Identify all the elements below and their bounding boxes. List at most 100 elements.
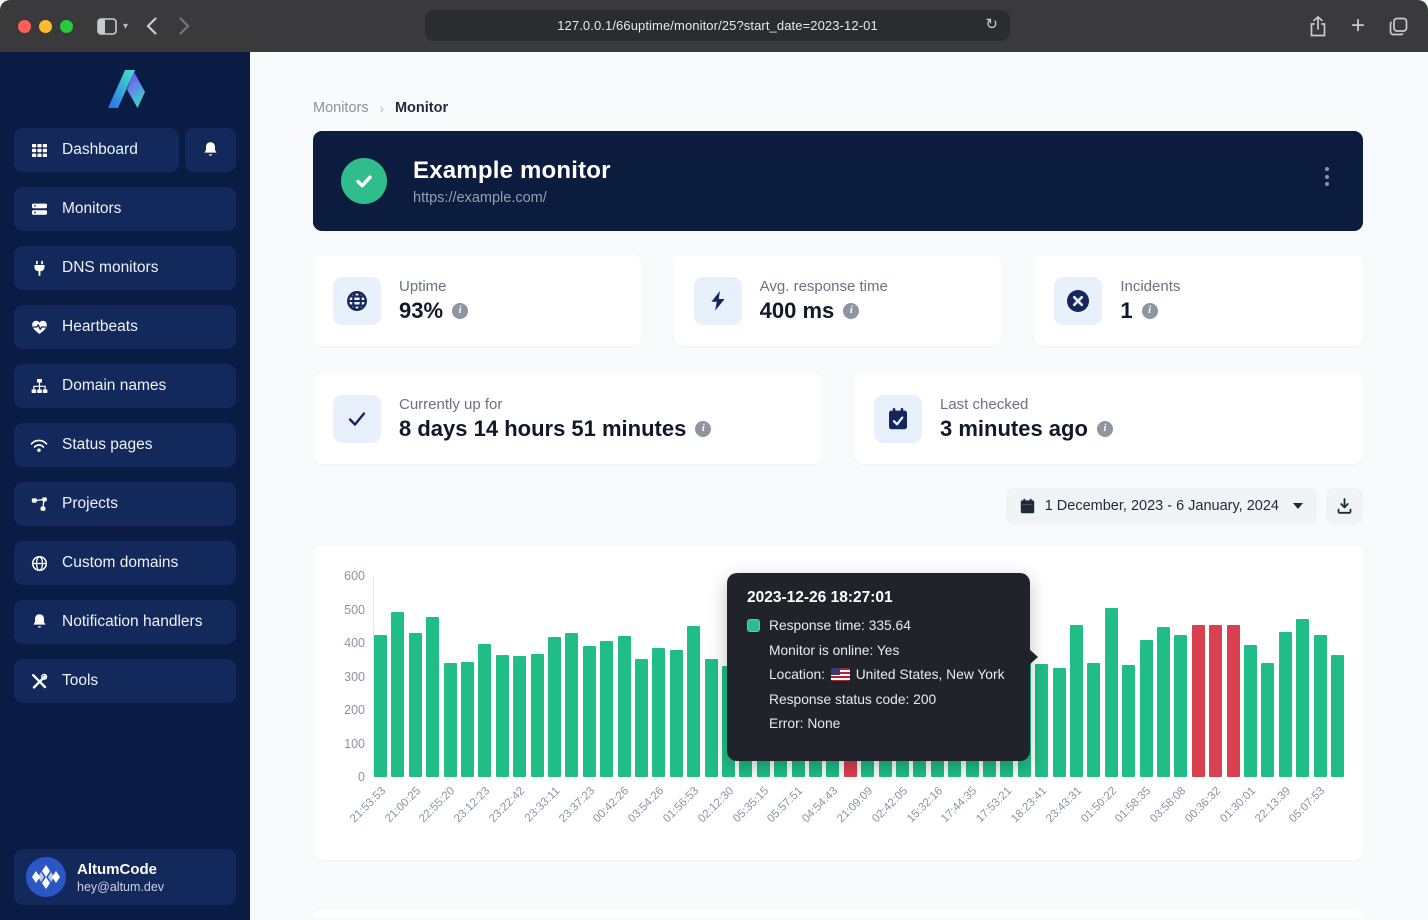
- new-tab-icon[interactable]: +: [1351, 12, 1365, 40]
- chart-bar[interactable]: [548, 637, 561, 777]
- stat-value: 93%: [399, 298, 443, 324]
- chart-bar[interactable]: [1209, 625, 1222, 777]
- chart-bar[interactable]: [635, 659, 648, 777]
- chart-bar[interactable]: [687, 626, 700, 777]
- date-range-picker[interactable]: 1 December, 2023 - 6 January, 2024: [1006, 488, 1317, 524]
- x-axis-label: 05:07:53: [1287, 785, 1327, 825]
- sidebar-item-tools[interactable]: Tools: [14, 659, 236, 703]
- chart-bar[interactable]: [583, 646, 596, 777]
- minimize-window-button[interactable]: [39, 20, 52, 33]
- chevron-down-icon[interactable]: ▾: [123, 21, 128, 32]
- notifications-button[interactable]: [185, 128, 236, 172]
- monitor-menu-button[interactable]: [1325, 167, 1329, 186]
- close-window-button[interactable]: [18, 20, 31, 33]
- chart-bar[interactable]: [705, 659, 718, 777]
- chart-bar[interactable]: [618, 636, 631, 777]
- chart-bar[interactable]: [1053, 668, 1066, 778]
- chart-bar[interactable]: [409, 633, 422, 777]
- sidebar-item-custom-domains[interactable]: Custom domains: [14, 541, 236, 585]
- tab-overview-icon[interactable]: [1389, 17, 1408, 36]
- chart-bar[interactable]: [652, 648, 665, 777]
- chart-bar[interactable]: [1157, 627, 1170, 777]
- x-axis-label: 23:22:42: [487, 785, 527, 825]
- sidebar: Dashboard Monitors DNS monitors Heartbea…: [0, 52, 250, 920]
- x-axis-label: 21:00:25: [383, 785, 423, 825]
- user-card[interactable]: AltumCode hey@altum.dev: [14, 849, 236, 905]
- tooltip-error: Error: None: [769, 716, 840, 731]
- sidebar-item-projects[interactable]: Projects: [14, 482, 236, 526]
- info-icon[interactable]: i: [843, 303, 859, 319]
- chart-bar[interactable]: [1279, 632, 1292, 777]
- chart-bar[interactable]: [1122, 665, 1135, 777]
- sidebar-item-dns-monitors[interactable]: DNS monitors: [14, 246, 236, 290]
- browser-chrome: ▾ 127.0.0.1/66uptime/monitor/25?start_da…: [0, 0, 1428, 52]
- forward-button[interactable]: [179, 17, 190, 35]
- globe-icon: [30, 554, 48, 572]
- chart-bar[interactable]: [1227, 625, 1240, 777]
- chart-bar[interactable]: [496, 655, 509, 777]
- browser-sidebar-icon[interactable]: [97, 18, 117, 35]
- chart-bar[interactable]: [670, 650, 683, 777]
- stat-card-response-time: Avg. response time 400 ms i: [674, 255, 1003, 346]
- sidebar-item-label: Projects: [62, 495, 118, 513]
- x-axis-label: 05:57:51: [765, 785, 805, 825]
- app-logo[interactable]: [0, 52, 250, 128]
- chart-bar[interactable]: [1087, 663, 1100, 777]
- download-report-button[interactable]: [1326, 488, 1363, 524]
- chart-bar[interactable]: [1331, 655, 1344, 777]
- info-icon[interactable]: i: [1097, 421, 1113, 437]
- chart-bar[interactable]: [1261, 663, 1274, 777]
- chart-bar[interactable]: [1244, 645, 1257, 777]
- chart-bar[interactable]: [1105, 608, 1118, 777]
- series-swatch-icon: [747, 619, 760, 632]
- chart-bar[interactable]: [461, 662, 474, 777]
- monitor-name: Example monitor: [413, 157, 611, 185]
- chart-bar[interactable]: [1192, 625, 1205, 777]
- info-icon[interactable]: i: [1142, 303, 1158, 319]
- back-button[interactable]: [146, 17, 157, 35]
- x-axis-label: 04:54:43: [800, 785, 840, 825]
- sidebar-item-label: Dashboard: [62, 141, 138, 159]
- chart-bar[interactable]: [531, 654, 544, 777]
- stat-value: 400 ms: [760, 298, 835, 324]
- circle-xmark-icon: [1054, 277, 1102, 325]
- chart-bar[interactable]: [600, 641, 613, 777]
- sidebar-item-notification-handlers[interactable]: Notification handlers: [14, 600, 236, 644]
- us-flag-icon: [831, 668, 850, 681]
- address-bar[interactable]: 127.0.0.1/66uptime/monitor/25?start_date…: [425, 10, 1010, 41]
- user-email: hey@altum.dev: [77, 880, 164, 894]
- stat-value: 1: [1120, 298, 1132, 324]
- chart-bar[interactable]: [565, 633, 578, 777]
- zoom-window-button[interactable]: [60, 20, 73, 33]
- chart-bar[interactable]: [391, 612, 404, 777]
- chart-bar[interactable]: [1035, 664, 1048, 777]
- x-axis-label: 01:56:53: [661, 785, 701, 825]
- reload-icon[interactable]: ↻: [985, 15, 998, 33]
- x-axis-label: 23:33:11: [522, 785, 562, 825]
- chart-bar[interactable]: [1314, 635, 1327, 777]
- globe-icon: [333, 277, 381, 325]
- stat-card-uptime: Uptime 93% i: [313, 255, 642, 346]
- chart-bar[interactable]: [1174, 635, 1187, 777]
- share-icon[interactable]: [1309, 16, 1327, 37]
- info-icon[interactable]: i: [452, 303, 468, 319]
- breadcrumb-monitors-link[interactable]: Monitors: [313, 100, 369, 116]
- check-icon: [333, 395, 381, 443]
- chart-bar[interactable]: [478, 644, 491, 777]
- sidebar-item-monitors[interactable]: Monitors: [14, 187, 236, 231]
- sidebar-item-domain-names[interactable]: Domain names: [14, 364, 236, 408]
- chart-bar[interactable]: [1296, 619, 1309, 777]
- chart-bar[interactable]: [444, 663, 457, 777]
- x-axis-label: 02:12:30: [696, 785, 736, 825]
- chart-bar[interactable]: [1140, 640, 1153, 777]
- chart-bar[interactable]: [513, 656, 526, 777]
- sidebar-item-dashboard[interactable]: Dashboard: [14, 128, 179, 172]
- info-icon[interactable]: i: [695, 421, 711, 437]
- stat-label: Last checked: [940, 396, 1113, 413]
- chart-bar[interactable]: [1070, 625, 1083, 777]
- sidebar-item-heartbeats[interactable]: Heartbeats: [14, 305, 236, 349]
- chart-bar[interactable]: [374, 635, 387, 777]
- sidebar-item-label: Domain names: [62, 377, 166, 395]
- sidebar-item-status-pages[interactable]: Status pages: [14, 423, 236, 467]
- chart-bar[interactable]: [426, 617, 439, 777]
